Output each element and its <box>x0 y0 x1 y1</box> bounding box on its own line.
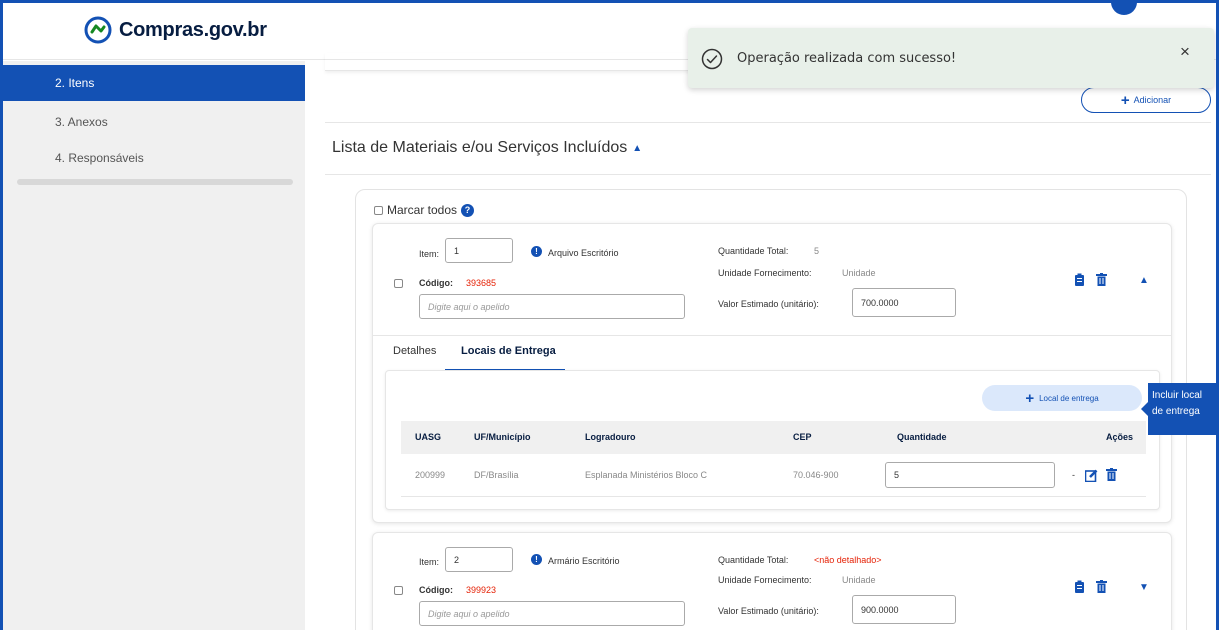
unidade-label: Unidade Fornecimento: <box>718 575 812 585</box>
check-circle-icon <box>701 48 723 70</box>
compras-logo-icon <box>84 16 112 44</box>
unidade-value: Unidade <box>842 575 876 585</box>
section-title-text: Lista de Materiais e/ou Serviços Incluíd… <box>332 139 628 156</box>
valor-input[interactable]: 700.0000 <box>852 288 956 317</box>
codigo-value: 399923 <box>466 585 497 595</box>
item-card: Item: 1 ! Arquivo Escritório Código: 393… <box>372 223 1172 523</box>
sidebar-item-responsaveis[interactable]: 4. Responsáveis <box>3 140 305 176</box>
apelido-input[interactable]: Digite aqui o apelido <box>419 294 685 319</box>
edit-icon[interactable] <box>1085 469 1098 482</box>
quantidade-label: Quantidade Total: <box>718 555 789 565</box>
unidade-label: Unidade Fornecimento: <box>718 268 812 278</box>
help-icon[interactable]: ? <box>461 203 475 217</box>
sidebar: 2. Itens 3. Anexos 4. Responsáveis <box>3 61 305 630</box>
plus-icon: + <box>1025 389 1035 407</box>
tab-detalhes[interactable]: Detalhes <box>393 345 436 357</box>
table-row: 200999 DF/Brasília Esplanada Ministérios… <box>401 454 1146 497</box>
tooltip-line-2: de entrega <box>1152 406 1200 417</box>
apelido-input[interactable]: Digite aqui o apelido <box>419 601 685 626</box>
quantidade-label: Quantidade Total: <box>718 246 789 256</box>
col-acoes: Ações <box>1106 432 1134 442</box>
divider <box>325 174 1211 175</box>
item-label: Item: <box>419 249 440 259</box>
apelido-placeholder: Digite aqui o apelido <box>428 608 510 619</box>
item-label: Item: <box>419 557 440 567</box>
unidade-value: Unidade <box>842 268 876 278</box>
col-uasg: UASG <box>415 432 442 442</box>
item-number-input[interactable]: 1 <box>445 238 513 263</box>
section-title[interactable]: Lista de Materiais e/ou Serviços Incluíd… <box>332 139 642 157</box>
toast-message: Operação realizada com sucesso! <box>737 51 957 66</box>
cell-logradouro: Esplanada Ministérios Bloco C <box>585 470 708 480</box>
select-all[interactable]: Marcar todos ? <box>374 203 475 217</box>
add-local-button[interactable]: + Local de entrega <box>982 385 1142 411</box>
success-toast: Operação realizada com sucesso! × <box>688 28 1214 88</box>
codigo-value: 393685 <box>466 278 497 288</box>
locais-panel: + Local de entrega UASG UF/Município Log… <box>385 370 1160 510</box>
close-icon[interactable]: × <box>1180 42 1190 62</box>
add-button-label: Adicionar <box>1133 95 1172 105</box>
trash-icon[interactable] <box>1106 468 1117 481</box>
valor-label: Valor Estimado (unitário): <box>718 606 819 616</box>
col-logradouro: Logradouro <box>585 432 636 442</box>
trash-icon[interactable] <box>1096 273 1107 286</box>
quantity-input[interactable]: 5 <box>885 462 1055 488</box>
apelido-placeholder: Digite aqui o apelido <box>428 301 510 312</box>
items-list-container: Marcar todos ? Item: 1 ! Arquivo Escritó… <box>355 189 1187 630</box>
chevron-up-icon[interactable]: ▲ <box>632 143 642 154</box>
chevron-down-icon[interactable]: ▼ <box>1139 582 1149 593</box>
logo[interactable]: Compras.gov.br <box>83 15 267 45</box>
quantidade-value: 5 <box>814 246 820 256</box>
item-number-input[interactable]: 2 <box>445 547 513 572</box>
select-all-checkbox[interactable] <box>374 205 383 215</box>
sidebar-item-anexos[interactable]: 3. Anexos <box>3 104 305 140</box>
trash-icon[interactable] <box>1096 580 1107 593</box>
cell-uf: DF/Brasília <box>474 470 519 480</box>
add-button[interactable]: + Adicionar <box>1081 87 1211 113</box>
tooltip-arrow <box>1141 402 1148 416</box>
add-local-button-label: Local de entrega <box>1039 393 1099 403</box>
quantidade-value: <não detalhado> <box>814 555 882 565</box>
item-description: Armário Escritório <box>548 556 620 566</box>
clipboard-icon[interactable] <box>1074 580 1085 593</box>
codigo-label: Código: <box>419 585 453 595</box>
logo-text: Compras.gov.br <box>119 18 267 41</box>
cell-cep: 70.046-900 <box>793 470 839 480</box>
avatar[interactable] <box>1111 3 1137 15</box>
tooltip-line-1: Incluir local <box>1152 390 1203 401</box>
divider <box>373 335 1171 336</box>
tooltip: Incluir local de entrega <box>1148 383 1216 435</box>
tab-locais-de-entrega[interactable]: Locais de Entrega <box>461 345 556 357</box>
main-content: + Adicionar Lista de Materiais e/ou Serv… <box>305 61 1216 630</box>
chevron-up-icon[interactable]: ▲ <box>1139 275 1149 286</box>
col-cep: CEP <box>793 432 812 442</box>
codigo-label: Código: <box>419 278 453 288</box>
plus-icon: + <box>1120 91 1130 109</box>
valor-label: Valor Estimado (unitário): <box>718 299 819 309</box>
valor-input[interactable]: 900.0000 <box>852 595 956 624</box>
item-description: Arquivo Escritório <box>548 248 619 258</box>
sidebar-scrollbar[interactable] <box>17 179 293 185</box>
info-icon[interactable]: ! <box>531 246 542 257</box>
col-quantidade: Quantidade <box>897 432 947 442</box>
cell-uasg: 200999 <box>415 470 446 480</box>
sidebar-item-itens[interactable]: 2. Itens <box>3 65 305 101</box>
item-checkbox[interactable] <box>394 586 403 595</box>
info-icon[interactable]: ! <box>531 554 542 565</box>
divider <box>325 122 1211 123</box>
item-card: Item: 2 ! Armário Escritório Código: 399… <box>372 532 1172 630</box>
clipboard-icon[interactable] <box>1074 273 1085 286</box>
select-all-label: Marcar todos <box>387 203 458 217</box>
item-checkbox[interactable] <box>394 279 403 288</box>
cell-dash: - <box>1072 470 1075 480</box>
app-window: Compras.gov.br 2. Itens 3. Anexos 4. Res… <box>0 0 1219 630</box>
col-uf-municipio: UF/Município <box>474 432 531 442</box>
table-header: UASG UF/Município Logradouro CEP Quantid… <box>401 421 1146 454</box>
